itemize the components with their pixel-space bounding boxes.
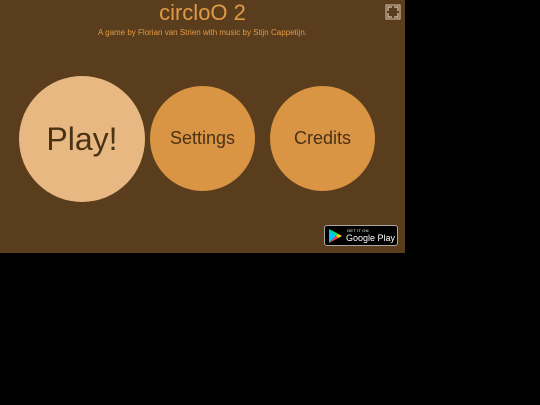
badge-big-text: Google Play <box>346 233 396 243</box>
game-title: circloO 2 <box>159 0 246 25</box>
google-play-icon <box>329 229 342 243</box>
settings-button-label: Settings <box>169 128 236 148</box>
credits-button-label: Credits <box>293 128 351 148</box>
play-button-label: Play! <box>46 120 118 157</box>
play-button[interactable]: Play! <box>19 76 145 202</box>
google-play-badge[interactable]: GET IT ON Google Play <box>324 225 398 246</box>
credits-button[interactable]: Credits <box>270 86 375 191</box>
game-canvas: circloO 2 A game by Florian van Strien w… <box>0 0 405 253</box>
fullscreen-button[interactable] <box>385 4 401 20</box>
settings-button[interactable]: Settings <box>150 86 255 191</box>
game-subtitle: A game by Florian van Strien with music … <box>98 28 307 37</box>
fullscreen-icon <box>385 4 401 20</box>
